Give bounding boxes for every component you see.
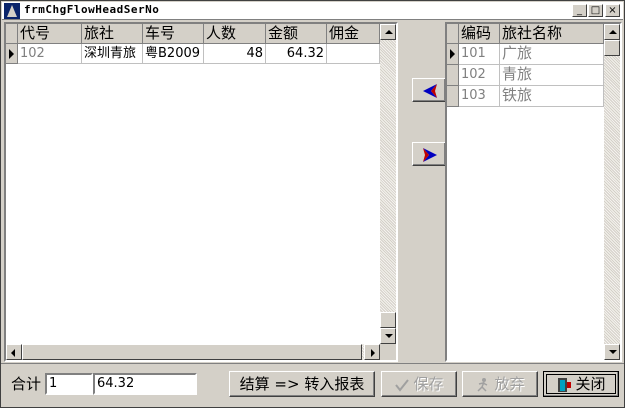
save-button-label: 保存 xyxy=(413,375,444,393)
app-icon[interactable] xyxy=(4,3,20,19)
flow-grid[interactable]: 代号 旅社 车号 人数 金额 佣金 102 深圳青旅 粤B2009 48 64.… xyxy=(4,22,398,362)
cell-agency-code[interactable]: 102 xyxy=(459,65,500,86)
vertical-scrollbar[interactable] xyxy=(380,24,396,344)
scroll-thumb[interactable] xyxy=(380,312,396,328)
cell-agency-name[interactable]: 青旅 xyxy=(500,65,604,86)
settle-button[interactable]: 结算 => 转入报表 xyxy=(229,371,375,397)
chevron-right-icon xyxy=(371,349,375,357)
horizontal-scrollbar[interactable] xyxy=(6,344,380,360)
settle-button-label: 结算 => 转入报表 xyxy=(239,375,365,393)
current-row-icon xyxy=(9,49,14,59)
column-header-code[interactable]: 代号 xyxy=(18,24,82,44)
scroll-up-button[interactable] xyxy=(604,24,620,40)
grid-corner xyxy=(6,24,18,44)
scroll-down-button[interactable] xyxy=(380,328,396,344)
discard-button[interactable]: 放弃 xyxy=(462,371,538,397)
move-left-button[interactable] xyxy=(412,78,446,102)
checkmark-icon xyxy=(395,378,410,392)
close-button[interactable]: 关闭 xyxy=(543,371,619,397)
total-label: 合计 xyxy=(11,375,42,393)
column-header-agency-code[interactable]: 编码 xyxy=(459,24,500,44)
row-selector[interactable] xyxy=(447,86,459,107)
row-selector[interactable] xyxy=(447,65,459,86)
scroll-thumb-horizontal[interactable] xyxy=(22,344,362,360)
maximize-button[interactable]: □ xyxy=(588,4,603,17)
arrow-left-icon xyxy=(423,84,437,98)
scroll-left-button[interactable] xyxy=(6,344,22,360)
grid-corner xyxy=(447,24,459,44)
minimize-button[interactable]: _ xyxy=(572,4,587,17)
door-exit-icon xyxy=(558,377,572,392)
scroll-right-button[interactable] xyxy=(364,344,380,360)
chevron-up-icon xyxy=(609,30,617,34)
cell-agency-code[interactable]: 101 xyxy=(459,44,500,65)
column-header-plate[interactable]: 车号 xyxy=(143,24,204,44)
count-field[interactable]: 1 xyxy=(45,373,93,395)
cell-people[interactable]: 48 xyxy=(204,44,266,64)
window-title: frmChgFlowHeadSerNo xyxy=(24,3,160,16)
column-header-amount[interactable]: 金额 xyxy=(266,24,327,44)
vertical-scrollbar[interactable] xyxy=(604,24,620,360)
scroll-up-button[interactable] xyxy=(380,24,396,40)
row-selector[interactable] xyxy=(447,44,459,65)
amount-field[interactable]: 64.32 xyxy=(93,373,197,395)
agency-grid[interactable]: 编码 旅社名称 101 广旅 102 青旅 103 铁旅 xyxy=(445,22,622,362)
chevron-left-icon xyxy=(11,349,15,357)
column-header-commission[interactable]: 佣金 xyxy=(327,24,380,44)
cell-agency[interactable]: 深圳青旅 xyxy=(82,44,143,64)
scroll-thumb[interactable] xyxy=(604,40,620,56)
scroll-down-button[interactable] xyxy=(604,344,620,360)
chevron-down-icon xyxy=(609,350,617,354)
chevron-up-icon xyxy=(385,30,393,34)
footer-bar: 合计 1 64.32 结算 => 转入报表 保存 放弃 关闭 xyxy=(1,363,624,407)
discard-button-label: 放弃 xyxy=(494,375,525,393)
cell-code[interactable]: 102 xyxy=(18,44,82,64)
cell-plate[interactable]: 粤B2009 xyxy=(143,44,204,64)
close-window-button[interactable]: × xyxy=(605,4,620,17)
current-row-icon xyxy=(450,49,455,59)
cell-agency-name[interactable]: 广旅 xyxy=(500,44,604,65)
scroll-corner xyxy=(380,344,396,360)
row-selector[interactable] xyxy=(6,44,18,64)
column-header-agency[interactable]: 旅社 xyxy=(82,24,143,44)
main-window: frmChgFlowHeadSerNo _ □ × 代号 旅社 车号 人数 金额… xyxy=(0,0,625,408)
title-bar: frmChgFlowHeadSerNo _ □ × xyxy=(2,2,623,20)
cell-agency-name[interactable]: 铁旅 xyxy=(500,86,604,107)
cell-commission[interactable] xyxy=(327,44,380,64)
column-header-agency-name[interactable]: 旅社名称 xyxy=(500,24,604,44)
save-button[interactable]: 保存 xyxy=(381,371,457,397)
chevron-down-icon xyxy=(385,334,393,338)
move-right-button[interactable] xyxy=(412,142,446,166)
column-header-people[interactable]: 人数 xyxy=(204,24,266,44)
arrow-right-icon xyxy=(423,148,437,162)
running-man-icon xyxy=(477,377,488,392)
cell-agency-code[interactable]: 103 xyxy=(459,86,500,107)
cell-amount[interactable]: 64.32 xyxy=(266,44,327,64)
close-button-label: 关闭 xyxy=(575,375,606,393)
